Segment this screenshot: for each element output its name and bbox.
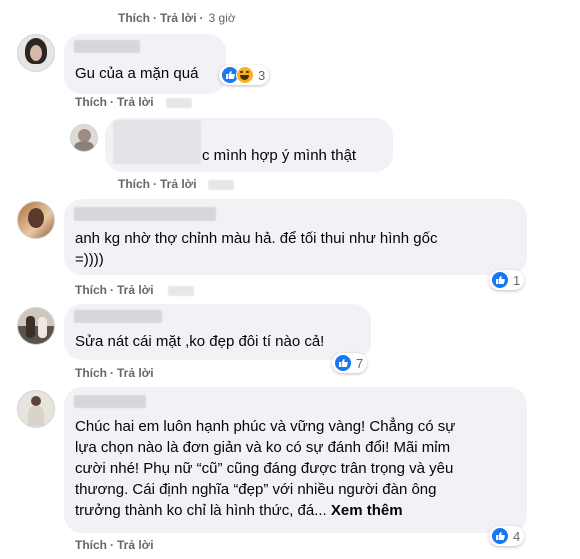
avatar[interactable]: [17, 307, 55, 345]
reaction-count: 7: [356, 355, 364, 371]
comment-actions: Thích · Trả lời: [75, 283, 154, 297]
reaction-summary[interactable]: 3: [219, 65, 270, 85]
comment-bubble: Sửa nát cái mặt ,ko đẹp đôi tí nào cả!: [64, 304, 371, 360]
haha-icon: [236, 66, 254, 84]
reaction-count: 4: [513, 528, 521, 544]
comment-text-line: Chúc hai em luôn hạnh phúc và vững vàng!…: [75, 418, 456, 435]
reply-link[interactable]: Trả lời: [160, 11, 197, 25]
reply-link[interactable]: Trả lời: [117, 538, 154, 552]
like-link[interactable]: Thích: [75, 95, 107, 109]
like-icon: [334, 354, 352, 372]
comment-text-line: cười nhé! Phụ nữ “cũ” cũng đáng được trâ…: [75, 460, 454, 477]
like-link[interactable]: Thích: [75, 366, 107, 380]
comment-bubble: Chúc hai em luôn hạnh phúc và vững vàng!…: [64, 387, 527, 533]
comment-text: c mình hợp ý mình thật: [202, 147, 357, 164]
author-name-redacted[interactable]: [74, 207, 216, 221]
reaction-summary[interactable]: 4: [489, 526, 525, 546]
comment-bubble: c mình hợp ý mình thật: [105, 118, 393, 172]
comment-text: Sửa nát cái mặt ,ko đẹp đôi tí nào cả!: [75, 333, 325, 350]
author-name-redacted[interactable]: [74, 395, 146, 408]
comment-actions: Thích · Trả lời: [75, 95, 154, 109]
reaction-summary[interactable]: 7: [332, 353, 368, 373]
timestamp[interactable]: 3 giờ: [209, 11, 236, 25]
timestamp-redacted: [208, 180, 234, 190]
comment-text-tail: trưởng thành ko chỉ là hình thức, đá...: [75, 502, 327, 519]
comment-text-line: =)))): [75, 251, 104, 268]
like-link[interactable]: Thích: [75, 283, 107, 297]
comment-text-line: anh kg nhờ thợ chỉnh màu hả. để tối thui…: [75, 230, 438, 247]
comment-text-line: thương. Cái định nghĩa “đẹp” với nhiều n…: [75, 481, 437, 498]
like-link[interactable]: Thích: [75, 538, 107, 552]
comment-bubble: anh kg nhờ thợ chỉnh màu hả. để tối thui…: [64, 199, 527, 275]
comment-bubble: Gu của a mặn quá: [64, 34, 226, 94]
reply-link[interactable]: Trả lời: [117, 366, 154, 380]
timestamp-redacted: [168, 286, 194, 296]
author-name-redacted[interactable]: [74, 40, 140, 53]
see-more-link[interactable]: Xem thêm: [331, 502, 403, 519]
comment-actions: Thích · Trả lời: [118, 177, 197, 191]
like-link[interactable]: Thích: [118, 177, 150, 191]
author-text-redacted: [113, 120, 201, 164]
like-link[interactable]: Thích: [118, 11, 150, 25]
reply-link[interactable]: Trả lời: [117, 95, 154, 109]
comment-actions: Thích · Trả lời · 3 giờ: [118, 11, 236, 25]
like-icon: [491, 527, 509, 545]
comment-text-line: trưởng thành ko chỉ là hình thức, đá... …: [75, 500, 403, 521]
reaction-count: 3: [258, 67, 266, 83]
avatar[interactable]: [17, 34, 55, 72]
comment-actions: Thích · Trả lời: [75, 538, 154, 552]
comment-text-line: lựa chọn nào là đơn giản và ko có sự đán…: [75, 439, 451, 456]
comment-text: Gu của a mặn quá: [75, 65, 199, 82]
author-name-redacted[interactable]: [74, 310, 162, 323]
avatar[interactable]: [17, 201, 55, 239]
avatar[interactable]: [17, 390, 55, 428]
reaction-summary[interactable]: 1: [489, 270, 525, 290]
reply-link[interactable]: Trả lời: [117, 283, 154, 297]
reaction-count: 1: [513, 272, 521, 288]
comment-actions: Thích · Trả lời: [75, 366, 154, 380]
reply-link[interactable]: Trả lời: [160, 177, 197, 191]
like-icon: [491, 271, 509, 289]
timestamp-redacted: [166, 98, 192, 108]
avatar[interactable]: [70, 124, 98, 152]
